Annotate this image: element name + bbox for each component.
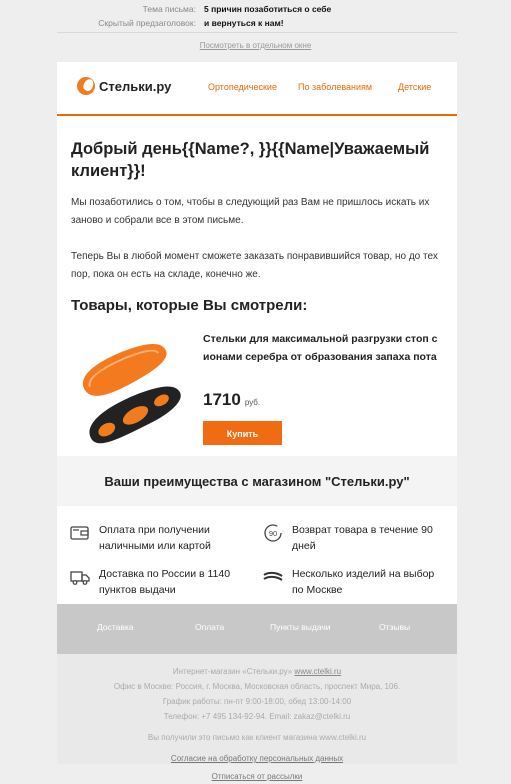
- advantages-title: Ваши преимущества с магазином "Стельки.р…: [57, 456, 457, 506]
- footer-shop: Интернет-магазин «Стельки.ру»: [172, 667, 293, 676]
- footer-phone-email: Телефон: +7 495 134-92-94. Email: zakaz@…: [163, 712, 351, 721]
- main-content: Добрый день{{Name?, }}{{Name|Уважаемый к…: [57, 116, 457, 456]
- buy-button[interactable]: Купить: [203, 421, 282, 445]
- meta-divider: [57, 32, 457, 33]
- advantage-text: Возврат товара в течение 90 дней: [292, 524, 433, 552]
- advantage-text: Оплата при получении наличными или карто…: [99, 524, 211, 552]
- footer: Интернет-магазин «Стельки.ру» www.ctelki…: [57, 654, 457, 781]
- advantage-choice: Несколько изделий на выбор по Москве: [262, 566, 447, 598]
- product-price: 1710 руб.: [203, 390, 260, 410]
- footer-nav-reviews[interactable]: Отзывы: [379, 622, 410, 632]
- return-90-icon: 90: [264, 524, 282, 542]
- product-card: Стельки для максимальной разгрузки стоп …: [71, 326, 443, 456]
- insoles-icon: [263, 571, 283, 581]
- consent-row: Согласие на обработку персональных данны…: [57, 751, 457, 766]
- view-in-browser-link[interactable]: Посмотреть в отдельном окне: [0, 34, 511, 62]
- main-card: Стельки.ру Ортопедические По заболевания…: [57, 62, 457, 456]
- footer-nav-pickup[interactable]: Пункты выдачи: [270, 622, 331, 632]
- viewed-products-title: Товары, которые Вы смотрели:: [71, 297, 308, 314]
- footer-office: Офис в Москве: Россия, г. Москва, Москов…: [113, 682, 401, 691]
- advantage-text: Несколько изделий на выбор по Москве: [292, 568, 435, 596]
- consent-link[interactable]: Согласие на обработку персональных данны…: [171, 754, 343, 763]
- logo-icon: [77, 77, 95, 95]
- price-currency: руб.: [244, 398, 261, 407]
- preheader-value: и вернуться к нам!: [204, 18, 284, 28]
- unsubscribe-link[interactable]: Отписаться от рассылки: [212, 772, 303, 781]
- footer-contacts: Интернет-магазин «Стельки.ру» www.ctelki…: [57, 664, 457, 724]
- email-body: Стельки.ру Ортопедические По заболевания…: [57, 62, 457, 781]
- footer-nav-delivery[interactable]: Доставка: [97, 622, 134, 632]
- subject-label: Тема письма:: [142, 4, 196, 14]
- footer-nav: Доставка Оплата Пункты выдачи Отзывы: [57, 604, 457, 654]
- price-value: 1710: [203, 390, 241, 409]
- greeting-title: Добрый день{{Name?, }}{{Name|Уважаемый к…: [71, 140, 430, 180]
- wallet-icon: [70, 526, 89, 540]
- nav-kids[interactable]: Детские: [398, 82, 431, 92]
- email-header: Стельки.ру Ортопедические По заболевания…: [57, 62, 457, 116]
- svg-text:90: 90: [269, 529, 277, 538]
- preheader-label: Скрытый предзаголовок:: [98, 18, 196, 28]
- advantage-return: 90 Возврат товара в течение 90 дней: [262, 522, 447, 554]
- product-name[interactable]: Стельки для максимальной разгрузки стоп …: [203, 330, 448, 366]
- intro-paragraph: Мы позаботились о том, чтобы в следующий…: [71, 197, 430, 226]
- email-meta: Тема письма: 5 причин позаботиться о себ…: [0, 0, 511, 34]
- subject-value: 5 причин позаботиться о себе: [204, 4, 332, 14]
- footer-hours: График работы: пн-пт 9:00-18:00, обед 13…: [162, 697, 352, 706]
- footer-shop-line: Интернет-магазин «Стельки.ру» www.ctelki…: [57, 664, 457, 679]
- truck-icon: [70, 571, 90, 585]
- nav-by-disease[interactable]: По заболеваниям: [298, 82, 372, 92]
- footer-site-link[interactable]: www.ctelki.ru: [294, 667, 341, 676]
- footer-client-note: Вы получили это письмо как клиент магази…: [147, 733, 367, 742]
- unsubscribe-row: Отписаться от рассылки: [57, 769, 457, 784]
- logo-text: Стельки.ру: [99, 78, 172, 94]
- availability-paragraph: Теперь Вы в любой момент сможете заказат…: [71, 251, 438, 280]
- logo[interactable]: Стельки.ру: [77, 77, 171, 95]
- advantage-text: Доставка по России в 1140 пунктов выдачи: [99, 568, 231, 596]
- footer-nav-payment[interactable]: Оплата: [195, 622, 224, 632]
- insole-product-image[interactable]: [71, 326, 191, 451]
- advantage-payment: Оплата при получении наличными или карто…: [69, 522, 254, 554]
- advantages-grid: Оплата при получении наличными или карто…: [57, 506, 457, 604]
- nav-orthopedic[interactable]: Ортопедические: [208, 82, 277, 92]
- advantage-delivery: Доставка по России в 1140 пунктов выдачи: [69, 566, 254, 598]
